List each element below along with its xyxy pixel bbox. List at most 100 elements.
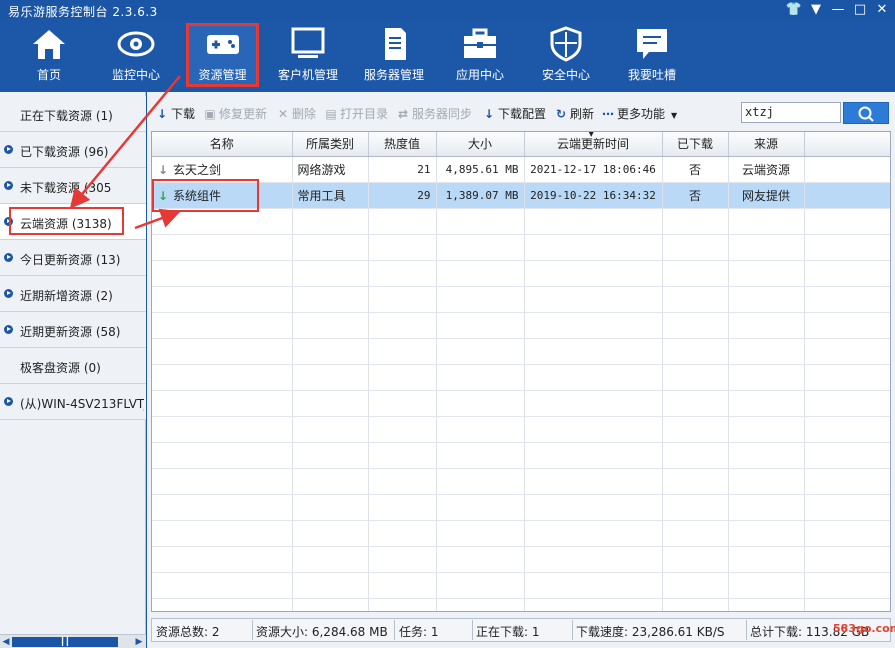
server-sync-button[interactable]: ⇄ 服务器同步 <box>397 105 472 122</box>
cell-category: 网络游戏 <box>292 156 369 183</box>
empty-row <box>152 468 890 495</box>
search-icon <box>858 106 874 122</box>
expand-icon <box>4 397 13 406</box>
expand-icon <box>4 181 13 190</box>
status-divider <box>394 620 395 640</box>
sidebar-item-label: 近期新增资源 (2) <box>20 289 113 303</box>
nav-monitor[interactable]: 监控中心 <box>98 24 174 86</box>
close-button[interactable]: ✕ <box>873 1 891 18</box>
column-header-update-time[interactable]: ▼ 云端更新时间 <box>524 131 663 157</box>
more-label: 更多功能 <box>617 107 666 121</box>
more-icon: ⋯ <box>602 107 614 121</box>
table-body: ↓ 玄天之剑 网络游戏 21 4,895.61 MB 2021-12-17 18:… <box>152 156 890 611</box>
nav-home[interactable]: 首页 <box>11 24 87 86</box>
sidebar-horizontal-scrollbar[interactable]: ◀ ┃┃ ▶ <box>0 634 146 648</box>
nav-app-center[interactable]: 应用中心 <box>442 24 518 86</box>
column-header-filler <box>804 132 890 157</box>
open-directory-button[interactable]: ▤ 打开目录 <box>325 105 388 122</box>
home-icon <box>33 30 65 59</box>
minimize-button[interactable]: — <box>829 1 847 18</box>
scrollbar-thumb[interactable]: ┃┃ <box>12 637 118 647</box>
download-config-button[interactable]: ↓ 下载配置 <box>483 105 546 122</box>
sync-icon: ⇄ <box>397 107 409 121</box>
refresh-button[interactable]: ↻ 刷新 <box>555 105 594 122</box>
sort-desc-icon: ▼ <box>588 131 594 138</box>
cell-popularity: 29 <box>368 182 437 209</box>
chevron-down-icon: ▼ <box>671 111 678 120</box>
resource-table: 名称 所属类别 热度值 大小 ▼ 云端更新时间 已下载 来源 ↓ 玄天之剑 网络游戏… <box>151 131 891 612</box>
cell-source: 云端资源 <box>728 156 805 183</box>
open-dir-label: 打开目录 <box>340 107 389 121</box>
delete-label: 删除 <box>292 107 317 121</box>
menu-dropdown-icon[interactable]: ▼ <box>807 1 825 18</box>
toolbox-icon <box>464 28 496 58</box>
resource-category-panel: 正在下载资源 (1) 已下载资源 (96) 未下载资源 (305 云端资源 (3… <box>0 92 146 648</box>
sidebar-item-label: 今日更新资源 (13) <box>20 253 121 267</box>
sidebar-item-slave-server[interactable]: (从)WIN-4SV213FLVTJ(1 <box>0 384 146 420</box>
nav-label: 服务器管理 <box>363 68 424 82</box>
table-row[interactable]: ↓ 系统组件 常用工具 29 1,389.07 MB 2019-10-22 16:… <box>152 182 890 209</box>
sidebar-item-not-downloaded[interactable]: 未下载资源 (305 <box>0 168 146 204</box>
cell-source: 网友提供 <box>728 182 805 209</box>
sidebar-item-label: 极客盘资源 (0) <box>20 361 101 375</box>
sidebar-item-recent-added[interactable]: 近期新增资源 (2) <box>0 276 146 312</box>
sidebar-item-downloading[interactable]: 正在下载资源 (1) <box>0 96 146 132</box>
nav-client-management[interactable]: 客户机管理 <box>270 24 346 86</box>
download-button[interactable]: ↓ 下载 <box>156 105 195 122</box>
cell-name-text: 玄天之剑 <box>173 162 222 177</box>
empty-row <box>152 572 890 599</box>
search-input[interactable]: xtzj <box>741 102 841 123</box>
scroll-left-icon[interactable]: ◀ <box>1 637 11 647</box>
title-bar: 易乐游服务控制台 2.3.6.3 👕 ▼ — □ ✕ <box>0 0 895 20</box>
repair-update-button[interactable]: ▣ 修复更新 <box>204 105 267 122</box>
grip-icon: ┃┃ <box>60 637 70 646</box>
skin-icon[interactable]: 👕 <box>785 1 803 18</box>
cell-update-time: 2019-10-22 16:34:32 <box>524 182 663 209</box>
empty-row <box>152 208 890 235</box>
shield-icon <box>550 26 582 62</box>
update-time-label: 云端更新时间 <box>556 137 629 152</box>
expand-icon <box>4 253 13 262</box>
nav-label: 资源管理 <box>198 68 247 82</box>
cell-size: 1,389.07 MB <box>436 182 525 209</box>
search-button[interactable] <box>843 102 889 124</box>
empty-row <box>152 546 890 573</box>
watermark: 583go.com <box>833 622 895 635</box>
status-divider <box>746 620 747 640</box>
more-functions-button[interactable]: ⋯ 更多功能 ▼ <box>602 105 677 122</box>
nav-security-center[interactable]: 安全中心 <box>528 24 604 86</box>
nav-label: 应用中心 <box>455 68 504 82</box>
sidebar-item-today-updated[interactable]: 今日更新资源 (13) <box>0 240 146 276</box>
nav-resource-management[interactable]: 资源管理 <box>186 23 259 87</box>
main-toolbar: 首页 监控中心 资源管理 客户机管理 服务器管理 应用中心 安全中心 我要吐槽 <box>0 20 895 92</box>
sidebar-item-label: (从)WIN-4SV213FLVTJ(1 <box>20 397 144 411</box>
repair-label: 修复更新 <box>219 107 268 121</box>
column-header-popularity[interactable]: 热度值 <box>368 132 437 157</box>
expand-icon <box>4 325 13 334</box>
table-row[interactable]: ↓ 玄天之剑 网络游戏 21 4,895.61 MB 2021-12-17 18:… <box>152 156 890 183</box>
nav-feedback[interactable]: 我要吐槽 <box>614 24 690 86</box>
cell-filler <box>804 156 890 183</box>
refresh-label: 刷新 <box>570 107 595 121</box>
cell-popularity: 21 <box>368 156 437 183</box>
scroll-right-icon[interactable]: ▶ <box>134 637 144 647</box>
sidebar-item-label: 未下载资源 (305 <box>20 181 112 195</box>
nav-label: 安全中心 <box>541 68 590 82</box>
column-header-name[interactable]: 名称 <box>152 132 293 157</box>
column-header-downloaded[interactable]: 已下载 <box>662 132 729 157</box>
status-tasks: 任务: 1 <box>399 625 439 639</box>
repair-icon: ▣ <box>204 107 216 121</box>
sidebar-item-geek-disk[interactable]: 极客盘资源 (0) <box>0 348 146 384</box>
column-header-category[interactable]: 所属类别 <box>292 132 369 157</box>
delete-button[interactable]: ✕ 删除 <box>277 105 316 122</box>
sidebar-item-downloaded[interactable]: 已下载资源 (96) <box>0 132 146 168</box>
nav-label: 我要吐槽 <box>627 68 676 82</box>
sidebar-item-recent-updated[interactable]: 近期更新资源 (58) <box>0 312 146 348</box>
nav-server-management[interactable]: 服务器管理 <box>356 24 432 86</box>
nav-label: 客户机管理 <box>277 68 338 82</box>
maximize-button[interactable]: □ <box>851 1 869 18</box>
column-header-size[interactable]: 大小 <box>436 132 525 157</box>
download-icon: ↓ <box>156 107 168 121</box>
folder-icon: ▤ <box>325 107 337 121</box>
column-header-source[interactable]: 来源 <box>728 132 805 157</box>
